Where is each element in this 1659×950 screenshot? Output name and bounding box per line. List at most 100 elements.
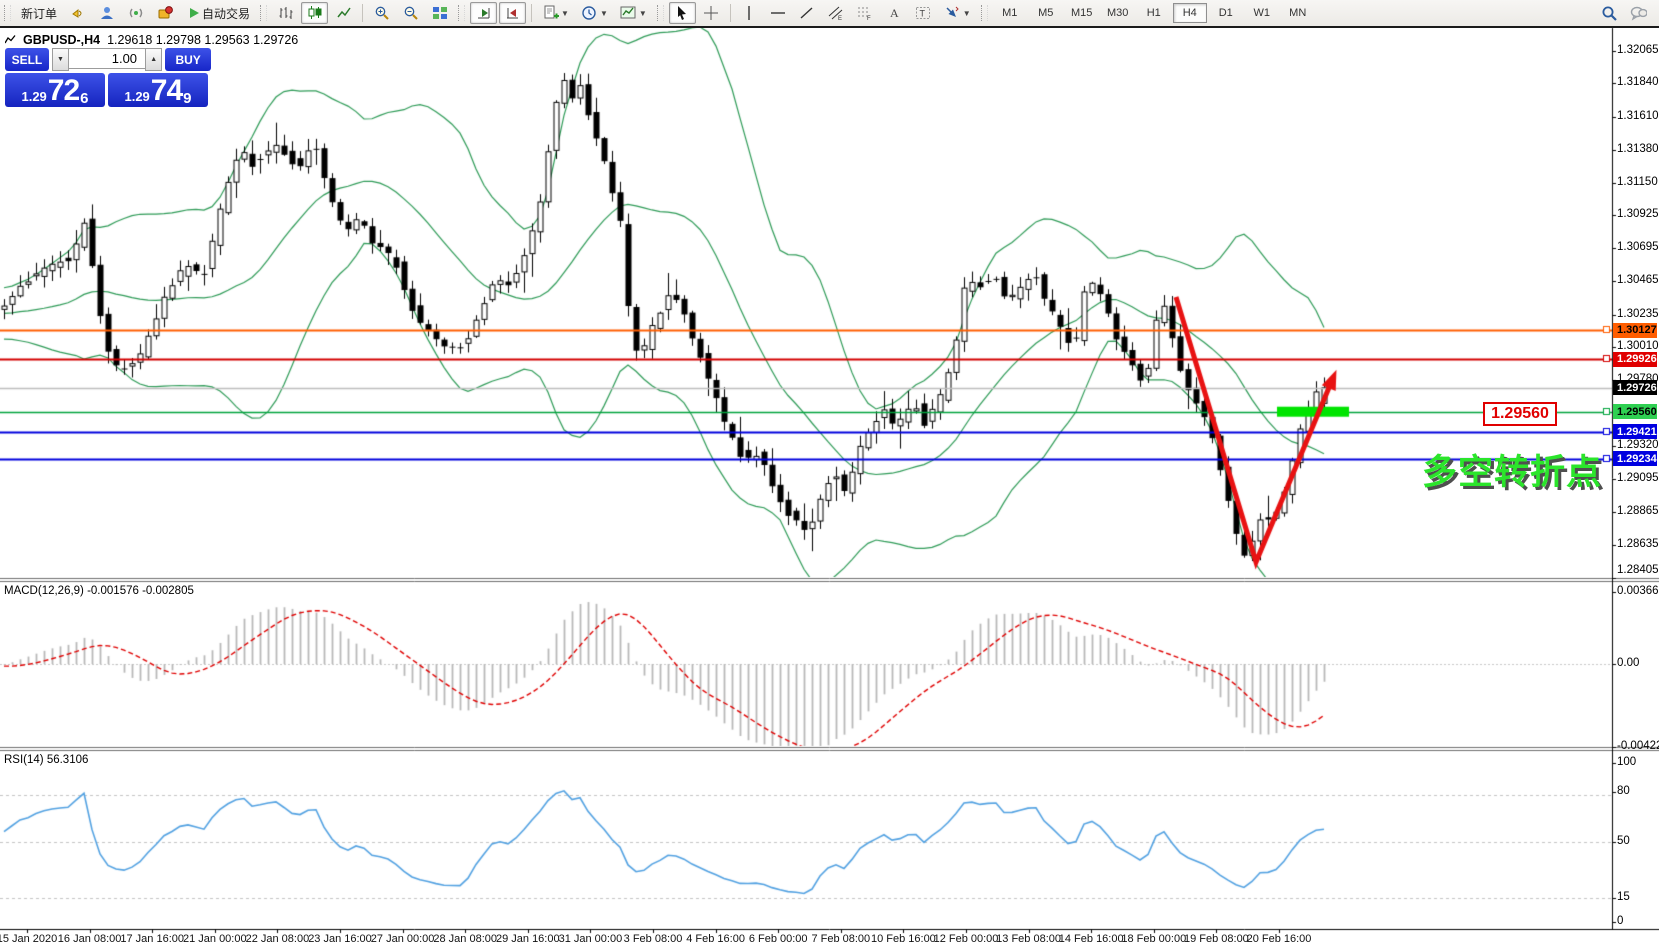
- toolbar-grip: [4, 5, 11, 21]
- chart-shift-button[interactable]: [499, 2, 526, 24]
- autotrading-label: 自动交易: [202, 5, 250, 22]
- shapes-button[interactable]: ▼: [939, 2, 976, 24]
- timeframe-H4[interactable]: H4: [1173, 3, 1207, 23]
- tile-windows-icon: [431, 5, 448, 22]
- tile-windows-button[interactable]: [426, 2, 453, 24]
- templates-button[interactable]: ▼: [537, 2, 574, 24]
- volume-decrease-button[interactable]: ▼: [52, 48, 69, 71]
- vps-button[interactable]: [151, 2, 178, 24]
- time-tick: 16 Jan 08:00: [58, 933, 122, 945]
- buy-price-display[interactable]: 1.29 74 9: [108, 73, 208, 107]
- candlestick-button[interactable]: [301, 2, 328, 24]
- volume-input[interactable]: [69, 48, 145, 69]
- toolbar-grip: [657, 5, 664, 21]
- sell-price-big: 72: [48, 76, 79, 106]
- sell-price-display[interactable]: 1.29 72 6: [5, 73, 105, 107]
- toolbar-grip: [458, 5, 465, 21]
- time-tick: 13 Feb 08:00: [996, 933, 1061, 945]
- timeframe-M1[interactable]: M1: [993, 3, 1027, 23]
- macd-tick: 0.00: [1617, 657, 1639, 669]
- new-order-label: 新订单: [21, 5, 57, 22]
- zoom-in-icon: [373, 5, 390, 22]
- price-tick: 1.28405: [1617, 564, 1659, 576]
- text-icon: A: [886, 5, 903, 22]
- dropdown-caret: ▼: [963, 9, 971, 18]
- timeframe-M30[interactable]: M30: [1101, 3, 1135, 23]
- indicators-button[interactable]: ▼: [615, 2, 652, 24]
- volume-increase-button[interactable]: ▲: [145, 48, 162, 71]
- timeframe-D1[interactable]: D1: [1209, 3, 1243, 23]
- alerts-button[interactable]: [64, 2, 91, 24]
- vertical-line-button[interactable]: [736, 2, 763, 24]
- price-tick: 1.31610: [1617, 110, 1659, 122]
- svg-text:T: T: [920, 9, 926, 19]
- time-tick: 15 Jan 2020: [0, 933, 57, 945]
- new-order-button[interactable]: 新订单: [16, 2, 62, 24]
- sell-button[interactable]: SELL: [5, 48, 49, 71]
- trendline-button[interactable]: [794, 2, 821, 24]
- periods-icon: [581, 5, 598, 22]
- label-button[interactable]: T: [910, 2, 937, 24]
- price-tick: 1.30695: [1617, 241, 1659, 253]
- time-tick: 23 Jan 16:00: [308, 933, 372, 945]
- cursor-icon: [674, 5, 691, 22]
- rsi-tick: 80: [1617, 785, 1630, 797]
- search-button[interactable]: [1596, 2, 1623, 24]
- price-box-annotation[interactable]: 1.29560: [1483, 402, 1557, 426]
- timeframe-W1[interactable]: W1: [1245, 3, 1279, 23]
- toolbar-separator: [531, 4, 532, 22]
- zoom-out-button[interactable]: [397, 2, 424, 24]
- one-click-trading-panel: SELL ▼ ▲ BUY 1.29 72 6 1.29 74 9: [5, 48, 211, 107]
- chart-title: GBPUSD-,H4 1.29618 1.29798 1.29563 1.297…: [5, 31, 298, 48]
- horizontal-line-button[interactable]: [765, 2, 792, 24]
- autotrading-button[interactable]: 自动交易: [180, 2, 255, 24]
- rsi-tick: 0: [1617, 915, 1623, 927]
- time-tick: 4 Feb 16:00: [686, 933, 745, 945]
- time-tick: 28 Jan 08:00: [433, 933, 497, 945]
- timeframe-MN[interactable]: MN: [1281, 3, 1315, 23]
- price-badge-1.30127: 1.30127: [1613, 323, 1657, 338]
- price-tick: 1.31150: [1617, 176, 1658, 188]
- buy-button[interactable]: BUY: [165, 48, 211, 71]
- time-tick: 31 Jan 00:00: [559, 933, 623, 945]
- cursor-button[interactable]: [669, 2, 696, 24]
- price-badge-1.29926: 1.29926: [1613, 352, 1657, 367]
- time-tick: 19 Feb 08:00: [1184, 933, 1249, 945]
- signals-button[interactable]: [122, 2, 149, 24]
- svg-text:E: E: [838, 16, 842, 21]
- text-button[interactable]: A: [881, 2, 908, 24]
- signals-icon: [127, 5, 144, 22]
- timeframe-M15[interactable]: M15: [1065, 3, 1099, 23]
- line-chart-button[interactable]: [330, 2, 357, 24]
- auto-scroll-button[interactable]: [470, 2, 497, 24]
- horizontal-line-icon: [770, 5, 787, 22]
- crosshair-button[interactable]: [698, 2, 725, 24]
- time-tick: 12 Feb 00:00: [934, 933, 999, 945]
- chart-ohlc-values: 1.29618 1.29798 1.29563 1.29726: [107, 33, 298, 47]
- time-tick: 27 Jan 00:00: [371, 933, 435, 945]
- timeframe-H1[interactable]: H1: [1137, 3, 1171, 23]
- toolbar: 新订单 自动交易 ▼ ▼ ▼: [0, 0, 1659, 28]
- rsi-tick: 100: [1617, 756, 1636, 768]
- channel-button[interactable]: E: [823, 2, 850, 24]
- fibonacci-button[interactable]: F: [852, 2, 879, 24]
- search-icon: [1601, 5, 1618, 22]
- macd-tick: -0.00422: [1617, 740, 1659, 752]
- chat-button[interactable]: [1625, 2, 1652, 24]
- shapes-icon: [944, 5, 961, 22]
- price-tick: 1.31840: [1617, 76, 1659, 88]
- community-button[interactable]: [93, 2, 120, 24]
- line-chart-icon: [335, 5, 352, 22]
- chart-canvas[interactable]: [0, 0, 1659, 950]
- zoom-in-button[interactable]: [368, 2, 395, 24]
- time-tick: 10 Feb 16:00: [871, 933, 936, 945]
- time-tick: 7 Feb 08:00: [811, 933, 870, 945]
- chart-shift-icon: [504, 5, 521, 22]
- turning-point-annotation[interactable]: 多空转折点: [1422, 444, 1602, 495]
- bar-chart-button[interactable]: [272, 2, 299, 24]
- periods-button[interactable]: ▼: [576, 2, 613, 24]
- dropdown-caret: ▼: [561, 9, 569, 18]
- toolbar-grip: [260, 5, 267, 21]
- bar-chart-icon: [277, 5, 294, 22]
- timeframe-M5[interactable]: M5: [1029, 3, 1063, 23]
